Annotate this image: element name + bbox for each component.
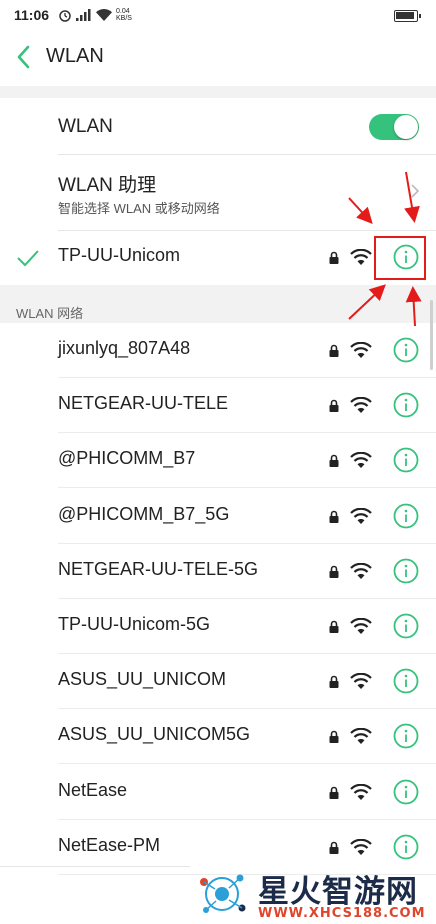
- network-name: NetEase-PM: [58, 834, 161, 855]
- network-row[interactable]: ASUS_UU_UNICOM5G: [0, 709, 436, 765]
- wifi-signal-icon: [350, 397, 372, 414]
- network-row[interactable]: NetEase: [0, 765, 436, 820]
- lock-icon: [329, 455, 339, 468]
- watermark: 星火智游网 WWW.XHCS188.COM: [190, 862, 436, 924]
- watermark-url: WWW.XHCS188.COM: [258, 906, 426, 921]
- app-header: WLAN: [0, 30, 436, 86]
- watermark-text: 星火智游网: [258, 874, 418, 910]
- lock-icon: [329, 841, 339, 854]
- status-bar: 11:06 0.04 KB/S: [0, 0, 436, 30]
- net-speed-unit: KB/S: [116, 15, 132, 22]
- lock-icon: [329, 399, 339, 413]
- connected-network-name: TP-UU-Unicom: [58, 245, 181, 265]
- check-icon: [17, 250, 39, 267]
- wifi-signal-icon: [350, 249, 372, 265]
- network-name: jixunlyq_807A48: [58, 338, 191, 358]
- info-icon[interactable]: [393, 668, 419, 694]
- scrollbar[interactable]: [430, 300, 433, 370]
- network-row[interactable]: ASUS_UU_UNICOM: [0, 654, 436, 710]
- network-name: NETGEAR-UU-TELE: [58, 393, 229, 414]
- network-row[interactable]: NETGEAR-UU-TELE: [0, 378, 436, 434]
- lock-icon: [329, 731, 339, 744]
- divider: [0, 866, 190, 867]
- signal-icon: [76, 9, 91, 21]
- info-icon[interactable]: [393, 392, 419, 418]
- lock-icon: [329, 510, 339, 523]
- network-row[interactable]: TP-UU-Unicom-5G: [0, 599, 436, 654]
- wlan-assistant-subtitle: 智能选择 WLAN 或移动网络: [58, 201, 220, 216]
- section-spacer: [0, 86, 436, 98]
- wifi-signal-icon: [350, 507, 372, 524]
- wifi-signal-icon: [350, 728, 372, 745]
- divider: [58, 154, 436, 155]
- info-icon[interactable]: [393, 613, 419, 639]
- network-name: TP-UU-Unicom-5G: [58, 614, 211, 634]
- network-row[interactable]: jixunlyq_807A48: [0, 323, 436, 378]
- network-name: ASUS_UU_UNICOM5G: [58, 724, 251, 745]
- status-time: 11:06: [14, 7, 50, 23]
- wlan-assistant-label: WLAN 助理: [58, 175, 157, 196]
- lock-icon: [329, 565, 339, 578]
- net-speed: 0.04 KB/S: [116, 8, 132, 22]
- network-name: @PHICOMM_B7: [58, 448, 196, 469]
- battery-icon: [394, 10, 421, 22]
- chevron-left-icon[interactable]: [14, 44, 34, 70]
- wifi-signal-icon: [350, 673, 372, 690]
- wifi-signal-icon: [350, 618, 372, 634]
- network-row[interactable]: @PHICOMM_B7_5G: [0, 489, 436, 544]
- wifi-signal-icon: [350, 562, 372, 579]
- network-row[interactable]: NETGEAR-UU-TELE-5G: [0, 544, 436, 599]
- lock-icon: [329, 251, 339, 264]
- wlan-toggle-label: WLAN: [58, 116, 113, 137]
- network-name: @PHICOMM_B7_5G: [58, 503, 230, 524]
- network-name: NETGEAR-UU-TELE-5G: [58, 558, 259, 579]
- network-name: ASUS_UU_UNICOM: [58, 669, 227, 690]
- info-icon[interactable]: [393, 447, 419, 473]
- info-icon[interactable]: [393, 337, 419, 363]
- lock-icon: [329, 620, 339, 633]
- network-row[interactable]: @PHICOMM_B7: [0, 433, 436, 489]
- lock-icon: [329, 675, 339, 689]
- wlan-toggle-switch[interactable]: [369, 114, 419, 140]
- info-icon[interactable]: [393, 503, 419, 529]
- network-name: NetEase: [58, 779, 128, 800]
- watermark-logo-icon: [200, 874, 246, 913]
- wifi-signal-icon: [350, 838, 372, 855]
- alarm-icon: [59, 10, 71, 22]
- info-icon[interactable]: [393, 723, 419, 749]
- connected-network-row[interactable]: TP-UU-Unicom: [0, 230, 436, 285]
- lock-icon: [329, 786, 339, 799]
- page-title: WLAN: [46, 45, 104, 67]
- chevron-right-icon: [411, 184, 420, 198]
- annotation-highlight-box: [374, 236, 426, 280]
- net-speed-value: 0.04: [116, 8, 130, 15]
- wifi-signal-icon: [350, 342, 372, 358]
- wifi-signal-icon: [350, 452, 372, 469]
- info-icon[interactable]: [393, 779, 419, 805]
- info-icon[interactable]: [393, 834, 419, 860]
- wifi-status-icon: [96, 8, 112, 21]
- info-icon[interactable]: [393, 558, 419, 584]
- status-icons: 0.04 KB/S: [58, 8, 132, 22]
- lock-icon: [329, 344, 339, 357]
- wifi-signal-icon: [350, 783, 372, 800]
- networks-section-title: WLAN 网络: [16, 306, 84, 321]
